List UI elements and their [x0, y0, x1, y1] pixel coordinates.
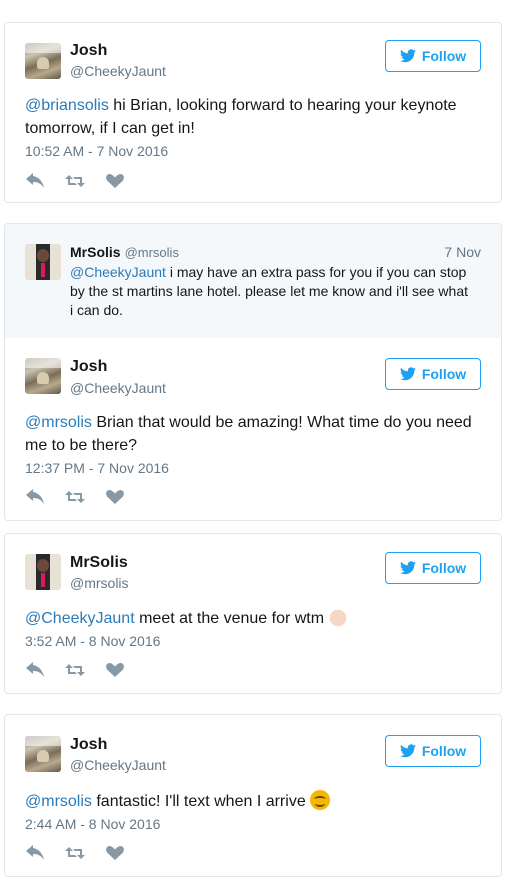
mention-link[interactable]: @CheekyJaunt	[25, 610, 135, 627]
tweet-actions	[25, 662, 125, 678]
user-name[interactable]: Josh	[70, 736, 107, 754]
tweet-text: @mrsolis fantastic! I'll text when I arr…	[25, 790, 483, 813]
mention-link[interactable]: @mrsolis	[25, 414, 92, 431]
timestamp[interactable]: 10:52 AM - 7 Nov 2016	[25, 143, 168, 159]
user-handle[interactable]: @CheekyJaunt	[70, 757, 166, 773]
mention-link[interactable]: @mrsolis	[25, 793, 92, 810]
avatar[interactable]	[25, 358, 61, 394]
tweet-actions	[25, 173, 125, 189]
follow-label: Follow	[421, 366, 467, 382]
tweet-actions	[25, 845, 125, 861]
retweet-icon[interactable]	[65, 173, 85, 189]
follow-label: Follow	[421, 560, 467, 576]
avatar[interactable]	[25, 736, 61, 772]
retweet-icon[interactable]	[65, 489, 85, 505]
mention-link[interactable]: @briansolis	[25, 97, 109, 114]
retweet-icon[interactable]	[65, 662, 85, 678]
smiling-face-emoji-icon	[309, 790, 330, 810]
heart-icon[interactable]	[105, 489, 125, 505]
tweet-card: Josh @CheekyJaunt Follow @mrsolis fantas…	[4, 714, 502, 877]
thumbs-up-emoji-icon	[328, 607, 349, 627]
user-handle: @mrsolis	[124, 245, 179, 260]
avatar[interactable]	[25, 554, 61, 590]
twitter-bird-icon	[399, 561, 416, 575]
tweet-card: Josh @CheekyJaunt Follow @briansolis hi …	[4, 22, 502, 203]
heart-icon[interactable]	[105, 173, 125, 189]
quoted-tweet[interactable]: MrSolis @mrsolis 7 Nov @CheekyJaunt i may…	[5, 224, 501, 338]
avatar[interactable]	[25, 244, 61, 280]
user-name[interactable]: MrSolis	[70, 554, 128, 572]
reply-icon[interactable]	[25, 662, 45, 678]
tweet-text: @briansolis hi Brian, looking forward to…	[25, 94, 483, 140]
quoted-date[interactable]: 7 Nov	[444, 244, 481, 260]
user-name[interactable]: Josh	[70, 42, 107, 60]
tweet-card: MrSolis @mrsolis Follow @CheekyJaunt mee…	[4, 533, 502, 694]
timestamp[interactable]: 3:52 AM - 8 Nov 2016	[25, 633, 160, 649]
tweet-body: Brian that would be amazing! What time d…	[25, 414, 472, 454]
user-handle[interactable]: @CheekyJaunt	[70, 63, 166, 79]
tweet-actions	[25, 489, 125, 505]
quoted-text: @CheekyJaunt i may have an extra pass fo…	[70, 263, 473, 320]
user-handle[interactable]: @CheekyJaunt	[70, 380, 166, 396]
tweet-text: @CheekyJaunt meet at the venue for wtm	[25, 607, 483, 630]
heart-icon[interactable]	[105, 845, 125, 861]
follow-label: Follow	[421, 743, 467, 759]
timestamp[interactable]: 12:37 PM - 7 Nov 2016	[25, 460, 169, 476]
mention-link[interactable]: @CheekyJaunt	[70, 264, 166, 280]
user-name: MrSolis	[70, 244, 121, 260]
reply-icon[interactable]	[25, 489, 45, 505]
quoted-user[interactable]: MrSolis @mrsolis	[70, 244, 179, 260]
follow-button[interactable]: Follow	[385, 40, 481, 72]
tweet-card: MrSolis @mrsolis 7 Nov @CheekyJaunt i may…	[4, 223, 502, 521]
user-name[interactable]: Josh	[70, 358, 107, 376]
follow-label: Follow	[421, 48, 467, 64]
follow-button[interactable]: Follow	[385, 552, 481, 584]
twitter-bird-icon	[399, 367, 416, 381]
timestamp[interactable]: 2:44 AM - 8 Nov 2016	[25, 816, 160, 832]
twitter-bird-icon	[399, 744, 416, 758]
follow-button[interactable]: Follow	[385, 358, 481, 390]
tweet-body: meet at the venue for wtm	[134, 610, 325, 627]
avatar[interactable]	[25, 43, 61, 79]
user-handle[interactable]: @mrsolis	[70, 575, 129, 591]
tweet-body: fantastic! I'll text when I arrive	[91, 793, 306, 810]
tweet-text: @mrsolis Brian that would be amazing! Wh…	[25, 411, 483, 457]
reply-tweet: Josh @CheekyJaunt Follow @mrsolis Brian …	[5, 338, 501, 520]
twitter-bird-icon	[399, 49, 416, 63]
reply-icon[interactable]	[25, 173, 45, 189]
reply-icon[interactable]	[25, 845, 45, 861]
follow-button[interactable]: Follow	[385, 735, 481, 767]
heart-icon[interactable]	[105, 662, 125, 678]
retweet-icon[interactable]	[65, 845, 85, 861]
